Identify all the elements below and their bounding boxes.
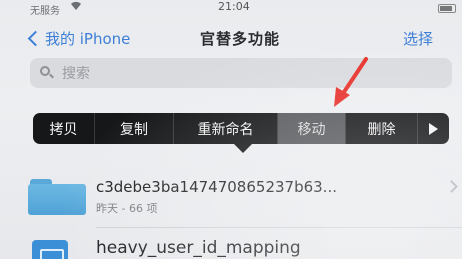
menu-item-label: 删除: [367, 121, 396, 138]
menu-pointer: [233, 143, 253, 153]
context-menu: 拷贝 复制 重新命名 移动 删除: [33, 113, 449, 144]
carrier-label: 无服务: [30, 6, 60, 17]
search-input[interactable]: 搜索: [30, 58, 452, 88]
menu-item-label: 拷贝: [49, 121, 78, 138]
status-bar: 无服务 21:04: [0, 0, 462, 18]
wifi-icon: [70, 1, 82, 14]
file-name: c3debe3ba147470865237b63...: [96, 178, 337, 196]
document-icon: [32, 240, 68, 259]
back-button-label: 我的 iPhone: [45, 29, 131, 48]
menu-item-delete[interactable]: 删除: [346, 113, 418, 144]
battery-icon: [438, 4, 456, 13]
play-arrow-icon: [429, 122, 438, 135]
menu-item-rename[interactable]: 重新命名: [174, 113, 278, 144]
select-button[interactable]: 选择: [403, 28, 433, 49]
menu-item-move[interactable]: 移动: [278, 113, 346, 144]
folder-icon: [28, 179, 86, 215]
menu-item-label: 移动: [297, 121, 326, 138]
list-item[interactable]: c3debe3ba147470865237b63... 昨天 - 66 项: [0, 164, 462, 224]
status-time: 21:04: [218, 0, 250, 13]
menu-item-label: 重新命名: [197, 121, 254, 138]
menu-item-duplicate[interactable]: 复制: [95, 113, 174, 144]
menu-item-copy[interactable]: 拷贝: [33, 113, 95, 144]
file-name: heavy_user_id_mapping: [96, 238, 301, 258]
search-icon: [40, 66, 54, 80]
navigation-bar: 我的 iPhone 官替多功能 选择: [0, 20, 462, 54]
page-title: 官替多功能: [199, 30, 280, 48]
annotation-arrow-icon: [334, 57, 368, 107]
list-item[interactable]: heavy_user_id_mapping: [0, 232, 462, 259]
menu-more-button[interactable]: [418, 113, 449, 144]
search-placeholder: 搜索: [62, 66, 90, 82]
file-meta: 昨天 - 66 项: [96, 202, 158, 215]
chevron-right-icon: [445, 180, 458, 193]
chevron-left-icon: [27, 30, 44, 47]
back-button[interactable]: 我的 iPhone: [27, 27, 131, 49]
menu-item-label: 复制: [120, 121, 148, 138]
files-app-screen: 无服务 21:04 我的 iPhone 官替多功能 选择 搜索 拷贝 复制 重新…: [0, 0, 462, 259]
divider: [96, 227, 462, 228]
